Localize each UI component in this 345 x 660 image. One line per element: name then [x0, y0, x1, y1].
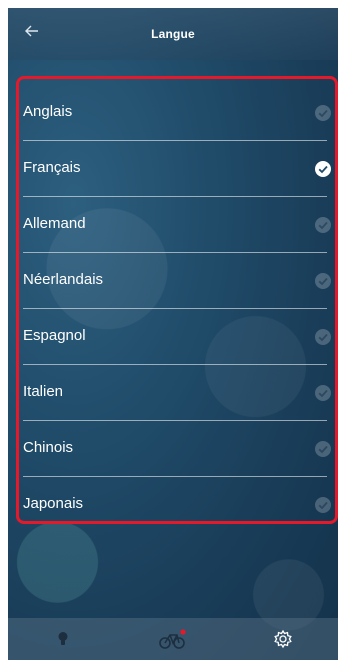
- check-icon: [315, 273, 331, 289]
- language-label: Espagnol: [23, 327, 86, 344]
- check-icon: [315, 105, 331, 121]
- language-label: Français: [23, 159, 81, 176]
- language-item-anglais[interactable]: Anglais: [19, 85, 335, 141]
- notification-badge: [180, 629, 186, 635]
- language-item-japonais[interactable]: Japonais: [19, 477, 335, 533]
- bike-icon: [159, 629, 186, 649]
- bottom-tab-bar: [8, 618, 338, 660]
- language-label: Néerlandais: [23, 271, 104, 288]
- language-label: Italien: [23, 383, 64, 400]
- tab-bike[interactable]: [133, 618, 213, 660]
- language-item-espagnol[interactable]: Espagnol: [19, 309, 335, 365]
- check-icon: [315, 497, 331, 513]
- language-item-francais[interactable]: Français: [19, 141, 335, 197]
- language-item-italien[interactable]: Italien: [19, 365, 335, 421]
- check-icon: [315, 161, 331, 177]
- check-icon: [315, 329, 331, 345]
- check-icon: [315, 385, 331, 401]
- language-label: Allemand: [23, 215, 86, 232]
- gear-icon: [274, 629, 292, 649]
- app-screen: Langue Anglais Français Allemand Néerlan…: [8, 8, 338, 660]
- language-list: Anglais Français Allemand Néerlandais Es…: [16, 76, 338, 524]
- language-label: Japonais: [23, 495, 84, 512]
- tab-settings[interactable]: [243, 618, 323, 660]
- check-icon: [315, 441, 331, 457]
- language-label: Chinois: [23, 439, 74, 456]
- bulb-icon: [58, 632, 68, 645]
- language-label: Anglais: [23, 103, 73, 120]
- language-item-chinois[interactable]: Chinois: [19, 421, 335, 477]
- page-title: Langue: [151, 27, 195, 41]
- header: Langue: [8, 8, 338, 60]
- check-icon: [315, 217, 331, 233]
- tab-tips[interactable]: [23, 618, 103, 660]
- language-item-allemand[interactable]: Allemand: [19, 197, 335, 253]
- language-item-neerlandais[interactable]: Néerlandais: [19, 253, 335, 309]
